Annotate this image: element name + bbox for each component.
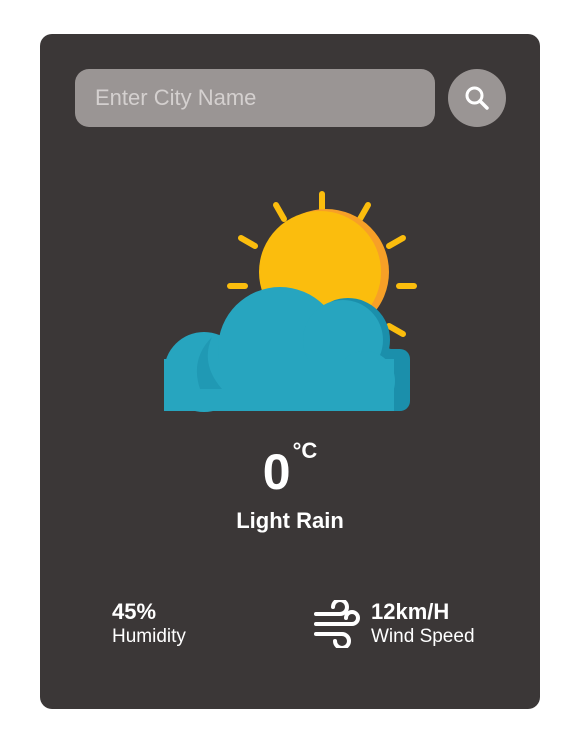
wind-speed-value: 12km/H <box>371 599 450 624</box>
search-icon <box>465 86 489 110</box>
humidity-value: 45% <box>112 599 157 624</box>
wind-icon <box>314 600 360 648</box>
weather-card: 0°C Light Rain 45% Humidity 12km/H Wind … <box>40 34 540 709</box>
wind-speed-label: Wind Speed <box>371 626 475 647</box>
city-search-input[interactable] <box>75 69 435 127</box>
temperature-value: 0 <box>262 444 291 500</box>
weather-condition: Light Rain <box>236 508 344 533</box>
humidity-label: Humidity <box>112 626 186 647</box>
search-button[interactable] <box>448 69 506 127</box>
temperature-unit: °C <box>292 438 318 463</box>
sun-behind-cloud-icon <box>164 191 417 412</box>
temperature-display: 0°C <box>40 438 540 502</box>
